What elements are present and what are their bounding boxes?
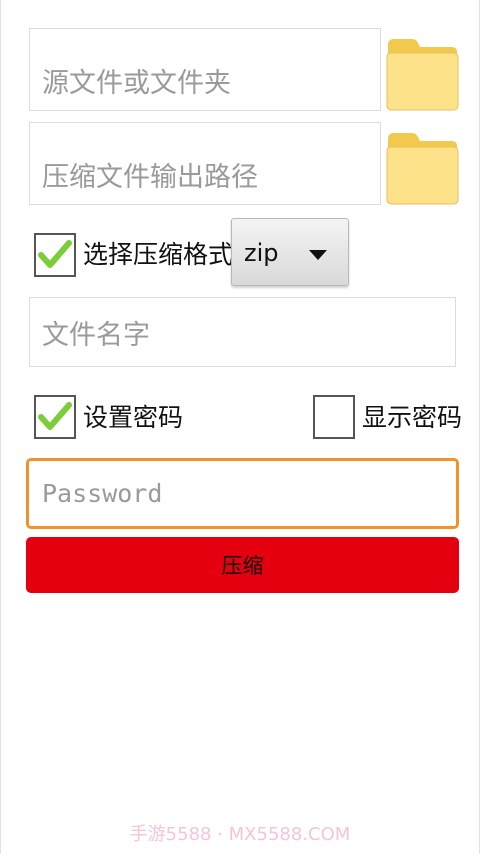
folder-icon	[386, 39, 459, 111]
frame-border-left	[0, 0, 1, 854]
show-password-label: 显示密码	[362, 403, 463, 432]
password-input[interactable]: Password	[26, 458, 459, 529]
folder-icon	[386, 133, 459, 205]
source-path-input[interactable]: 源文件或文件夹	[29, 28, 381, 111]
filename-placeholder: 文件名字	[42, 319, 150, 351]
check-icon	[38, 240, 72, 268]
output-path-placeholder: 压缩文件输出路径	[42, 162, 258, 193]
check-icon	[38, 402, 72, 430]
format-dropdown-value: zip	[244, 239, 279, 267]
format-dropdown[interactable]: zip	[231, 218, 349, 286]
show-password-checkbox[interactable]	[313, 395, 355, 439]
set-password-label: 设置密码	[83, 403, 184, 432]
set-password-checkbox[interactable]	[34, 395, 76, 439]
output-browse-button[interactable]	[385, 127, 459, 205]
filename-input[interactable]: 文件名字	[29, 297, 456, 367]
source-browse-button[interactable]	[385, 33, 459, 111]
format-checkbox-label: 选择压缩格式	[83, 240, 234, 269]
password-placeholder: Password	[42, 479, 163, 508]
source-path-placeholder: 源文件或文件夹	[42, 68, 231, 99]
format-checkbox[interactable]	[34, 233, 76, 277]
compress-button-label: 压缩	[221, 554, 264, 578]
compress-button[interactable]: 压缩	[26, 537, 459, 593]
caret-down-icon	[309, 250, 327, 260]
output-path-input[interactable]: 压缩文件输出路径	[29, 122, 381, 205]
watermark: 手游5588 · MX5588.COM	[129, 824, 351, 845]
